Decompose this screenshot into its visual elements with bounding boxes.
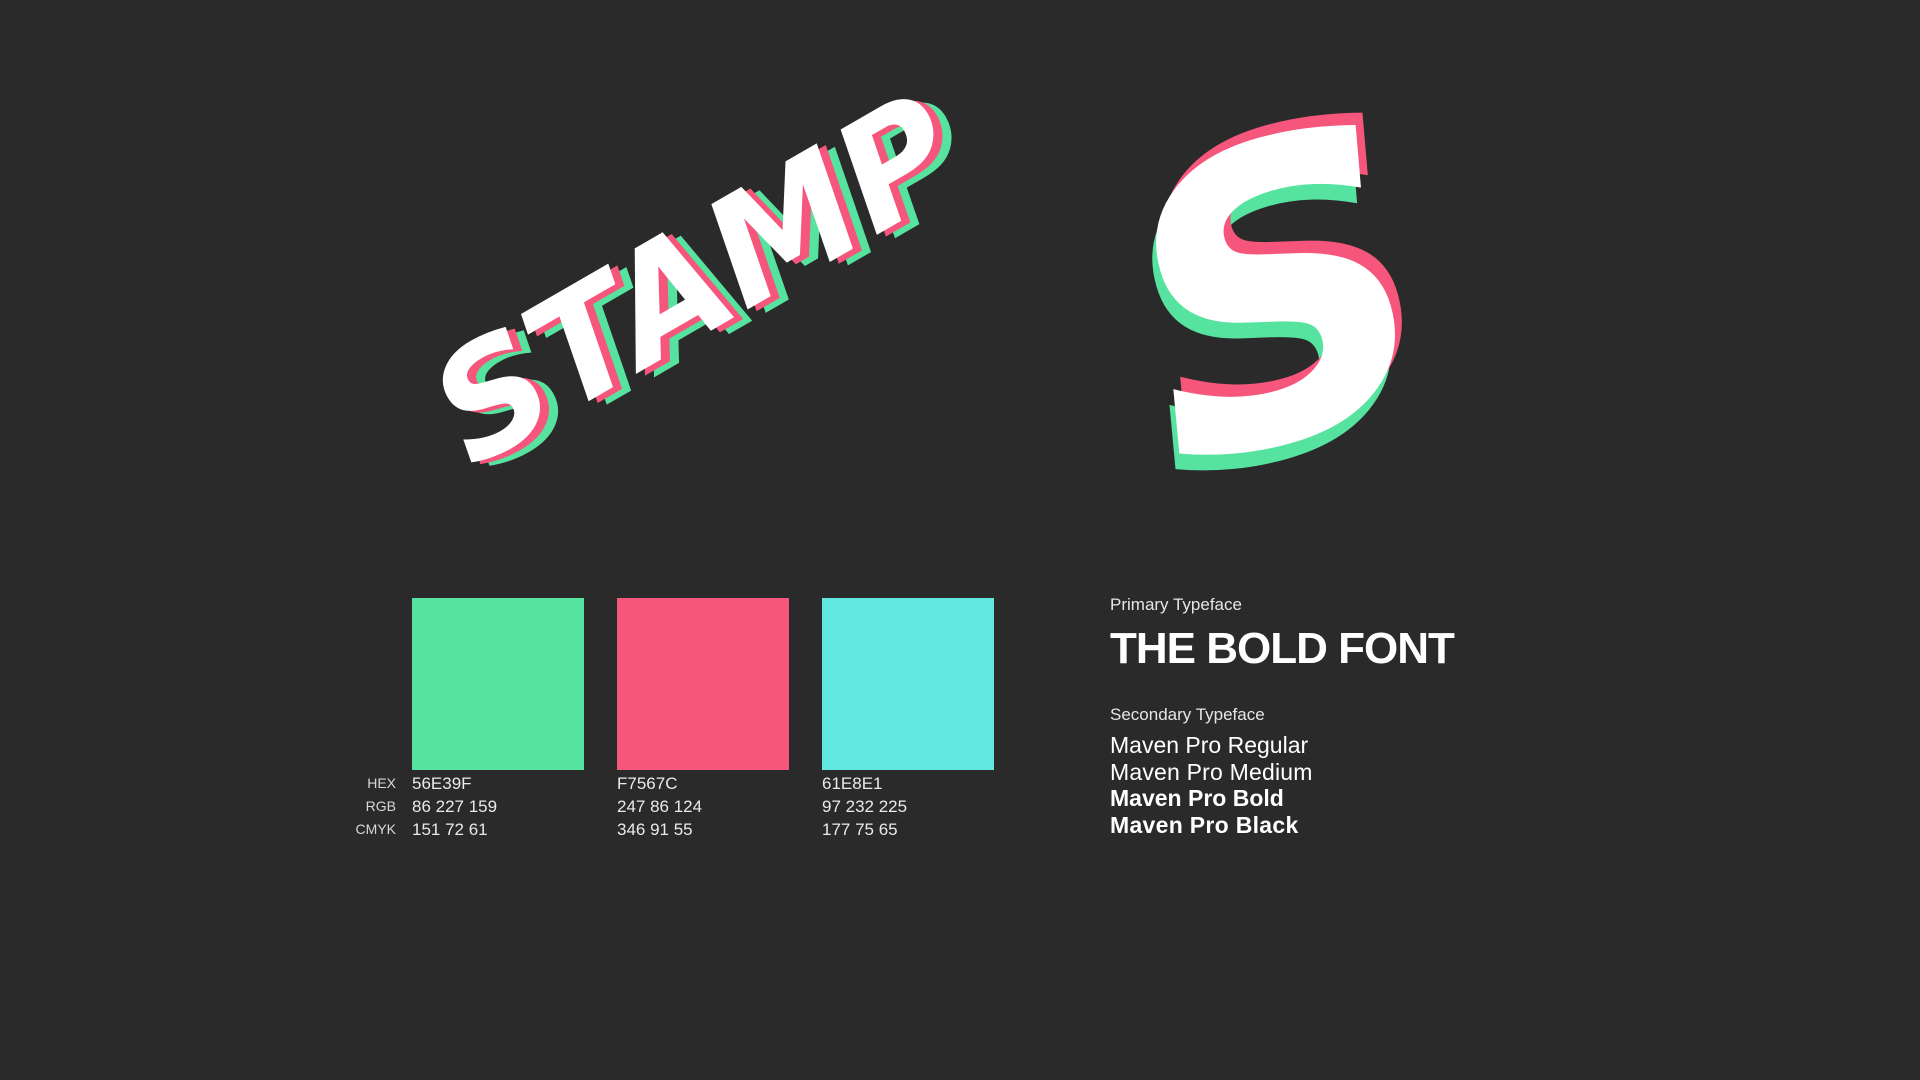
- stamp-wordmark-logo: STAMP STAMP STAMP: [403, 62, 1005, 503]
- swatch-pink: F7567C 247 86 124 346 91 55: [617, 598, 789, 841]
- swatch-green-rgb: 86 227 159: [412, 797, 498, 816]
- font-sample-regular: Maven Pro Regular: [1110, 732, 1309, 758]
- swatch-green: 56E39F 86 227 159 151 72 61: [412, 598, 584, 841]
- secondary-typeface-samples: Maven Pro Regular Maven Pro Medium Maven…: [1110, 732, 1670, 838]
- swatch-pink-color: [617, 598, 789, 770]
- font-sample-bold: Maven Pro Bold: [1110, 785, 1284, 811]
- swatch-pink-values: F7567C 247 86 124 346 91 55: [617, 772, 789, 841]
- swatch-green-color: [412, 598, 584, 770]
- s-monogram-logo: S S S: [1072, 22, 1488, 576]
- font-sample-medium: Maven Pro Medium: [1110, 758, 1313, 785]
- swatch-pink-rgb: 247 86 124: [617, 797, 703, 816]
- typography-section: Primary Typeface THE BOLD FONT Secondary…: [1110, 594, 1670, 838]
- font-sample-black: Maven Pro Black: [1110, 811, 1299, 838]
- palette-row-labels: HEX RGB CMYK: [350, 772, 396, 841]
- swatch-cyan: 61E8E1 97 232 225 177 75 65: [822, 598, 994, 841]
- rgb-label: RGB: [365, 798, 396, 814]
- hex-label: HEX: [367, 775, 396, 791]
- swatch-cyan-values: 61E8E1 97 232 225 177 75 65: [822, 772, 994, 841]
- secondary-typeface-label: Secondary Typeface: [1110, 705, 1265, 724]
- primary-typeface-sample: THE BOLD FONT: [1110, 624, 1455, 673]
- swatch-pink-hex: F7567C: [617, 774, 678, 793]
- monogram-fill: S: [1076, 35, 1481, 561]
- swatch-cyan-cmyk: 177 75 65: [822, 820, 898, 839]
- swatch-cyan-hex: 61E8E1: [822, 774, 883, 793]
- primary-typeface-label: Primary Typeface: [1110, 595, 1242, 614]
- swatch-cyan-rgb: 97 232 225: [822, 797, 908, 816]
- swatch-cyan-color: [822, 598, 994, 770]
- swatch-green-values: 56E39F 86 227 159 151 72 61: [412, 772, 584, 841]
- cmyk-label: CMYK: [355, 821, 396, 837]
- swatch-pink-cmyk: 346 91 55: [617, 820, 693, 839]
- wordmark-fill: STAMP: [403, 62, 987, 500]
- swatch-green-cmyk: 151 72 61: [412, 820, 488, 839]
- swatch-green-hex: 56E39F: [412, 774, 472, 793]
